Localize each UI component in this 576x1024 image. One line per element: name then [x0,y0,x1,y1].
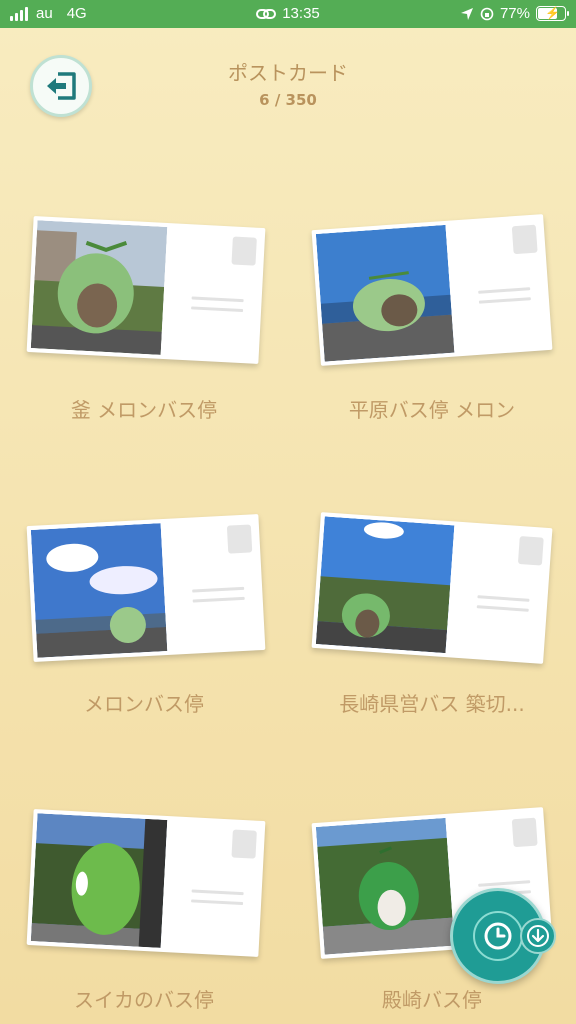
postcard-5[interactable] [26,809,266,957]
postcard-photo [30,523,168,658]
postcard-photo [315,224,455,362]
address-line [192,586,245,593]
postcard-photo [30,220,168,355]
battery-icon: ⚡ [536,6,569,21]
address-line [478,297,531,304]
postcard-counter: 6 / 350 [259,91,317,109]
postcard-photo [315,516,455,654]
orientation-lock-icon [480,7,494,20]
address-line [478,287,531,294]
postcard-label: 長崎県営バス 築切... [339,692,525,716]
address-line [476,605,529,612]
address-line [191,889,244,896]
stamp-placeholder [511,817,538,848]
address-line [191,306,244,313]
postcard-label: 平原バス停 メロン [348,398,516,422]
postcard-3[interactable] [26,514,266,662]
download-badge[interactable] [520,918,556,954]
postcard-label: スイカのバス停 [74,988,214,1012]
postcard-photo [315,817,455,955]
postcard-1[interactable] [26,216,266,364]
status-bar: au 4G 13:35 77% ⚡ [0,0,576,28]
battery-percent: 77% [499,5,530,22]
address-line [192,596,245,603]
stamp-placeholder [511,224,538,255]
postcard-label: メロンバス停 [84,692,204,716]
link-icon [256,8,277,19]
stamp-placeholder [517,536,544,566]
stamp-placeholder [226,524,253,554]
page-title: ポストカード [228,61,348,85]
location-arrow-icon [460,7,473,20]
download-icon [527,925,549,947]
address-line [478,880,531,887]
clock-icon [484,922,512,950]
address-line [477,595,530,602]
time-label: 13:35 [282,5,320,22]
address-line [191,899,244,906]
postcard-4[interactable] [311,512,553,664]
postcard-label: 殿崎バス停 [382,988,482,1012]
stamp-placeholder [231,829,257,859]
stamp-placeholder [231,236,257,266]
address-line [191,296,244,303]
postcard-label: 釜 メロンバス停 [70,398,218,422]
postcard-2[interactable] [311,214,553,366]
postcard-photo [30,813,168,948]
